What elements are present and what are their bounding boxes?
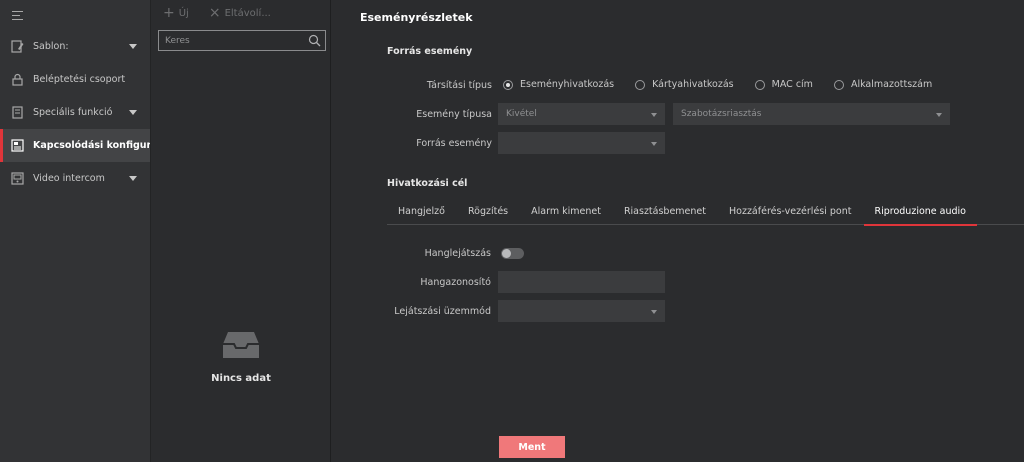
search-input[interactable] [159, 31, 304, 50]
empty-state: Nincs adat [151, 330, 331, 384]
radio-mac-address[interactable]: MAC cím [754, 79, 813, 90]
event-type-select[interactable]: Kivétel [498, 103, 665, 125]
nav-header [0, 0, 150, 30]
tab-audio-playback[interactable]: Riproduzione audio [863, 201, 978, 226]
radio-event-link[interactable]: Eseményhivatkozás [503, 79, 614, 90]
toggle-knob [502, 249, 511, 258]
radio-label: MAC cím [771, 79, 813, 90]
radio-label: Alkalmazottszám [850, 79, 933, 90]
chevron-down-icon [129, 176, 137, 181]
template-icon [11, 40, 24, 53]
event-subtype-select[interactable]: Szabotázsriasztás [673, 103, 950, 125]
empty-state-text: Nincs adat [211, 373, 271, 384]
intercom-icon [11, 172, 24, 185]
delete-button-label: Eltávolí... [224, 7, 271, 19]
search-icon[interactable] [308, 34, 321, 47]
tab-recording[interactable]: Rögzítés [457, 201, 519, 225]
audio-play-toggle[interactable] [501, 248, 524, 259]
chevron-down-icon [129, 44, 137, 49]
tab-alarm-input[interactable]: Riasztásbemenet [613, 201, 717, 225]
source-event-section-title: Forrás esemény [387, 46, 473, 57]
play-mode-select[interactable] [498, 300, 665, 322]
chevron-down-icon [129, 110, 137, 115]
add-button[interactable]: + Új [163, 6, 189, 20]
audio-id-field [498, 271, 665, 293]
chevron-down-icon [651, 113, 657, 117]
delete-button[interactable]: × Eltávolí... [209, 6, 271, 20]
radio-employee-number[interactable]: Alkalmazottszám [833, 79, 933, 90]
play-mode-label: Lejátszási üzemmód [394, 306, 491, 317]
special-function-icon [11, 106, 24, 119]
nav-item-linkage-config[interactable]: Kapcsolódási konfigur... [0, 129, 150, 162]
event-type-value: Kivétel [506, 109, 537, 119]
nav-item-label: Speciális funkció [33, 107, 113, 118]
add-button-label: Új [178, 7, 189, 19]
chevron-down-icon [936, 113, 942, 117]
lock-icon [11, 73, 24, 86]
empty-box-icon [223, 332, 259, 358]
plus-icon: + [163, 5, 175, 21]
search-box [158, 30, 326, 51]
event-source-select[interactable] [498, 132, 665, 154]
page-title: Eseményrészletek [360, 11, 473, 24]
close-icon: × [208, 5, 221, 21]
nav-item-special-function[interactable]: Speciális funkció [0, 96, 150, 129]
radio-card-link[interactable]: Kártyahivatkozás [635, 79, 734, 90]
event-subtype-value: Szabotázsriasztás [681, 109, 762, 119]
tab-alarm-output[interactable]: Alarm kimenet [520, 201, 612, 225]
linkage-config-icon [11, 139, 24, 152]
radio-circle [635, 79, 646, 90]
radio-circle [754, 79, 765, 90]
radio-circle [503, 79, 513, 90]
link-target-section-title: Hivatkozási cél [387, 178, 468, 189]
chevron-down-icon [651, 142, 657, 146]
nav-item-video-intercom[interactable]: Video intercom [0, 162, 150, 195]
event-details-panel: Eseményrészletek Forrás esemény Társítás… [332, 0, 1024, 462]
menu-icon[interactable] [12, 10, 23, 20]
left-navigation: Sablon: Beléptetési csoport Speciális fu… [0, 0, 151, 462]
nav-item-label: Beléptetési csoport [33, 74, 126, 85]
nav-item-label: Video intercom [33, 173, 105, 184]
nav-item-access-group[interactable]: Beléptetési csoport [0, 63, 150, 96]
link-target-tabs: Hangjelző Rögzítés Alarm kimenet Riasztá… [387, 201, 1024, 226]
tab-buzzer[interactable]: Hangjelző [387, 201, 456, 225]
nav-item-label: Sablon: [33, 41, 69, 52]
radio-label: Kártyahivatkozás [652, 79, 734, 90]
radio-circle [833, 79, 844, 90]
audio-id-label: Hangazonosító [420, 277, 491, 288]
audio-id-input[interactable] [499, 272, 664, 292]
chevron-down-icon [651, 310, 657, 314]
linkage-list-panel: + Új × Eltávolí... Nincs adat [151, 0, 331, 462]
tab-access-control-point[interactable]: Hozzáférés-vezérlési pont [718, 201, 863, 225]
radio-label: Eseményhivatkozás [520, 79, 615, 90]
event-source-label: Forrás esemény [416, 138, 492, 149]
nav-item-label: Kapcsolódási konfigur... [33, 140, 150, 151]
list-toolbar: + Új × Eltávolí... [151, 0, 330, 26]
save-button[interactable]: Ment [499, 436, 565, 458]
nav-item-template[interactable]: Sablon: [0, 30, 150, 63]
event-type-label: Esemény típusa [416, 109, 492, 120]
link-type-radio-group: Eseményhivatkozás Kártyahivatkozás MAC c… [503, 79, 953, 90]
audio-play-label: Hanglejátszás [424, 248, 491, 259]
link-type-label: Társítási típus [426, 80, 492, 91]
